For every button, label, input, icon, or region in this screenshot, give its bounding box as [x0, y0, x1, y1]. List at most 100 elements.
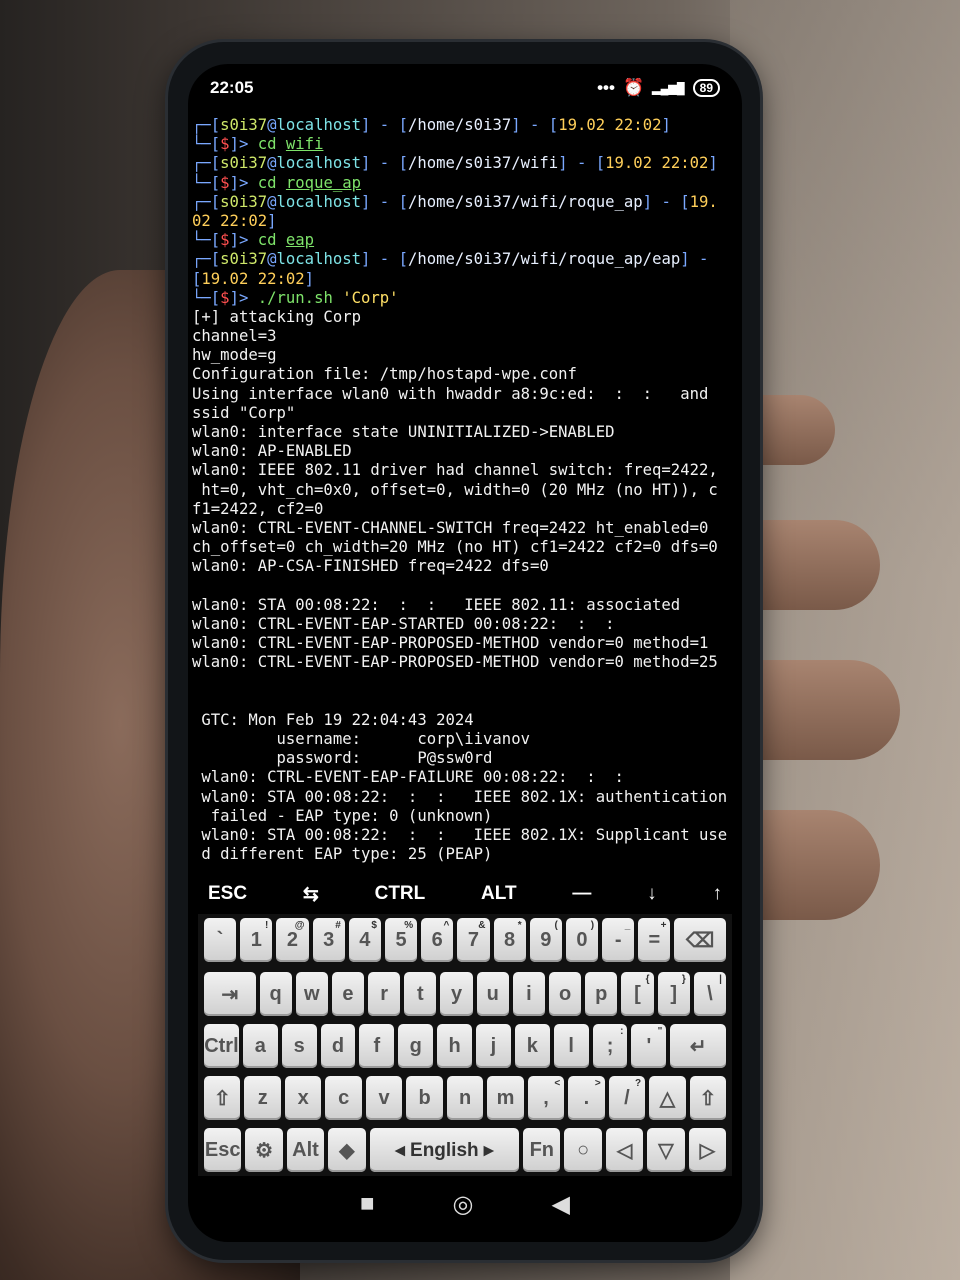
- keyboard-key[interactable]: ▽: [647, 1128, 685, 1172]
- keyboard-key[interactable]: 1!: [240, 918, 273, 962]
- keyboard-key[interactable]: Esc: [204, 1128, 242, 1172]
- home-button[interactable]: ◎: [453, 1190, 474, 1219]
- terminal-line: wlan0: CTRL-EVENT-CHANNEL-SWITCH freq=24…: [192, 519, 740, 538]
- keyboard-key[interactable]: ⚙: [245, 1128, 283, 1172]
- keyboard-key[interactable]: g: [398, 1024, 434, 1068]
- extra-key[interactable]: ↓: [637, 879, 667, 909]
- keyboard-key[interactable]: t: [404, 972, 437, 1016]
- keyboard-key[interactable]: m: [487, 1076, 524, 1120]
- keyboard-key[interactable]: Fn: [523, 1128, 561, 1172]
- keyboard-key[interactable]: ⇧: [204, 1076, 241, 1120]
- keyboard-key[interactable]: z: [244, 1076, 281, 1120]
- keyboard-key[interactable]: v: [365, 1076, 403, 1120]
- keyboard-key[interactable]: j: [476, 1024, 511, 1068]
- keyboard-key[interactable]: Ctrl: [204, 1024, 239, 1068]
- keyboard-key[interactable]: b: [406, 1076, 443, 1120]
- terminal-segment: wlan0: AP-CSA-FINISHED freq=2422 dfs=0: [192, 557, 549, 576]
- keyboard-key[interactable]: ◂ English ▸: [369, 1128, 520, 1172]
- terminal-line: wlan0: CTRL-EVENT-EAP-FAILURE 00:08:22: …: [192, 768, 740, 787]
- keyboard-key[interactable]: k: [514, 1024, 550, 1068]
- keyboard-key[interactable]: r: [368, 972, 401, 1016]
- keyboard-key[interactable]: a: [242, 1024, 278, 1068]
- terminal-segment: $: [220, 288, 230, 307]
- keyboard-key[interactable]: h: [437, 1024, 473, 1068]
- keyboard-key[interactable]: p: [585, 972, 618, 1016]
- keyboard-key[interactable]: ' ": [631, 1024, 667, 1068]
- terminal-segment: username: corp\iivanov: [192, 730, 530, 748]
- extra-key[interactable]: ⇆: [293, 879, 329, 910]
- keyboard-key[interactable]: ⌫: [674, 918, 726, 962]
- extra-key[interactable]: —: [562, 879, 601, 909]
- extra-key[interactable]: ALT: [471, 879, 527, 909]
- keyboard-key[interactable]: 0): [565, 918, 599, 962]
- phone-screen: 22:05 ••• ⏰ ▂▄▆█ 89 ┌─[s0i37@localhost] …: [188, 64, 742, 1242]
- keyboard-key[interactable]: . >: [568, 1076, 605, 1120]
- keyboard-key[interactable]: u: [476, 972, 509, 1016]
- terminal-output[interactable]: ┌─[s0i37@localhost] - [/home/s0i37] - [1…: [192, 116, 740, 864]
- back-button[interactable]: ◀: [551, 1190, 569, 1219]
- keyboard-key[interactable]: w: [295, 972, 328, 1016]
- key-label: Ctrl: [204, 1034, 239, 1057]
- terminal-segment: └─[: [192, 173, 221, 192]
- keyboard-key[interactable]: /?: [608, 1076, 646, 1120]
- keyboard-key[interactable]: - _: [602, 918, 635, 962]
- keyboard-key[interactable]: 4 $: [348, 918, 381, 962]
- key-label: j: [490, 1034, 497, 1057]
- keyboard-key[interactable]: 2 @: [276, 918, 309, 962]
- terminal-line: Using interface wlan0 with hwaddr a8:9c:…: [192, 385, 740, 404]
- keyboard-key[interactable]: ]}: [657, 972, 690, 1016]
- keyboard-key[interactable]: ◁: [605, 1128, 644, 1172]
- keyboard-key[interactable]: ⇧: [689, 1076, 727, 1120]
- keyboard-key[interactable]: 3 #: [312, 918, 345, 962]
- keyboard-key[interactable]: y: [440, 972, 473, 1016]
- terminal-segment: $: [220, 231, 230, 250]
- keyboard-key[interactable]: f: [359, 1024, 395, 1068]
- terminal-segment: ./run.sh: [257, 288, 343, 307]
- keyboard-key[interactable]: o: [549, 972, 582, 1016]
- keyboard-key[interactable]: ;:: [592, 1024, 628, 1068]
- keyboard-key[interactable]: = +: [638, 918, 671, 962]
- keyboard-key[interactable]: ↵: [670, 1024, 727, 1068]
- keyboard-key[interactable]: i: [512, 972, 545, 1016]
- keyboard-key[interactable]: `: [204, 918, 237, 962]
- keyboard-key[interactable]: ⇥: [204, 972, 256, 1016]
- terminal-segment: wlan0: STA 00:08:22: : : IEEE 802.1X: Su…: [192, 825, 728, 844]
- keyboard-key[interactable]: 6 ^: [421, 918, 454, 962]
- keyboard-key[interactable]: 8 *: [493, 918, 526, 962]
- keyboard-key[interactable]: 9(: [529, 918, 562, 962]
- key-shift-label: $: [371, 920, 377, 931]
- keyboard-key[interactable]: ◆: [328, 1128, 366, 1172]
- keyboard-key[interactable]: d: [320, 1024, 356, 1068]
- terminal-segment: ]>: [229, 173, 258, 192]
- keyboard-row-qwerty: ⇥ q w e r t y u i o p[{]} \ |: [198, 972, 732, 1016]
- keyboard-key[interactable]: ○: [564, 1128, 602, 1172]
- keyboard-key[interactable]: ▷: [688, 1128, 727, 1172]
- extra-key[interactable]: ESC: [198, 879, 257, 909]
- keyboard-key[interactable]: , <: [527, 1076, 565, 1120]
- keyboard-key[interactable]: △: [649, 1076, 686, 1120]
- terminal-segment: wlan0: IEEE 802.11 driver had channel sw…: [192, 461, 718, 480]
- keyboard-key[interactable]: e: [331, 972, 365, 1016]
- keyboard-key[interactable]: l: [553, 1024, 589, 1068]
- terminal-segment: ]: [661, 116, 671, 134]
- extra-key[interactable]: ↑: [702, 879, 732, 909]
- key-shift-label: ?: [635, 1078, 642, 1089]
- terminal-line: wlan0: interface state UNINITIALIZED->EN…: [192, 423, 740, 442]
- terminal-segment: [+] attacking Corp: [192, 307, 361, 326]
- keyboard-key[interactable]: x: [284, 1076, 322, 1120]
- terminal-segment: ]>: [229, 135, 258, 154]
- keyboard-key[interactable]: s: [281, 1024, 317, 1068]
- keyboard-key[interactable]: 5%: [384, 918, 418, 962]
- terminal-line: ch_offset=0 ch_width=20 MHz (no HT) cf1=…: [192, 538, 740, 557]
- keyboard-key[interactable]: Alt: [286, 1128, 325, 1172]
- keyboard-key[interactable]: n: [446, 1076, 484, 1120]
- recents-button[interactable]: ■: [360, 1190, 375, 1218]
- keyboard-key[interactable]: c: [325, 1076, 362, 1120]
- keyboard-key[interactable]: 7 &: [457, 918, 490, 962]
- keyboard-key[interactable]: q: [259, 972, 292, 1016]
- keyboard-key[interactable]: \ |: [693, 972, 726, 1016]
- terminal-line: hw_mode=g: [192, 346, 740, 365]
- keyboard-key[interactable]: [{: [621, 972, 654, 1016]
- extra-key[interactable]: CTRL: [365, 879, 436, 909]
